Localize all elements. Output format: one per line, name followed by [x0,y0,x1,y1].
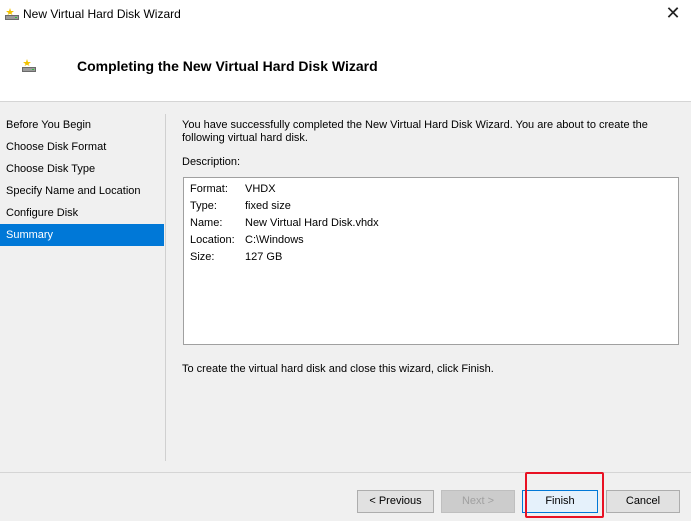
page-title: Completing the New Virtual Hard Disk Wiz… [77,58,378,74]
finish-instruction: To create the virtual hard disk and clos… [182,363,494,375]
cancel-button[interactable]: Cancel [606,490,680,513]
description-box[interactable]: Format: VHDX Type: fixed size Name: New … [183,177,679,345]
description-value: fixed size [245,200,291,212]
previous-button[interactable]: < Previous [357,490,434,513]
next-button[interactable]: Next > [441,490,515,513]
footer-divider [0,472,691,473]
wizard-steps-nav: Before You Begin Choose Disk Format Choo… [0,114,164,246]
description-value: New Virtual Hard Disk.vhdx [245,217,379,229]
finish-button[interactable]: Finish [522,490,598,513]
description-key: Type: [190,200,217,212]
description-key: Size: [190,251,215,263]
step-configure-disk[interactable]: Configure Disk [0,202,164,224]
completion-message: You have successfully completed the New … [182,119,648,144]
description-key: Format: [190,183,228,195]
step-choose-disk-type[interactable]: Choose Disk Type [0,158,164,180]
step-specify-name-location[interactable]: Specify Name and Location [0,180,164,202]
step-before-you-begin[interactable]: Before You Begin [0,114,164,136]
steps-divider [165,114,166,461]
description-key: Name: [190,217,223,229]
description-key: Location: [190,234,235,246]
summary-content: You have successfully completed the New … [182,119,682,145]
wizard-header: Completing the New Virtual Hard Disk Wiz… [0,29,691,102]
description-label: Description: [182,156,241,168]
description-value: C:\Windows [245,234,304,246]
virtual-disk-icon [22,59,36,72]
close-icon[interactable]: ✕ [663,2,683,24]
window-title: New Virtual Hard Disk Wizard [23,7,181,21]
step-summary[interactable]: Summary [0,224,164,246]
description-value: VHDX [245,183,276,195]
title-bar: New Virtual Hard Disk Wizard ✕ [0,0,691,29]
virtual-disk-icon [5,8,19,20]
description-value: 127 GB [245,251,283,263]
step-choose-disk-format[interactable]: Choose Disk Format [0,136,164,158]
